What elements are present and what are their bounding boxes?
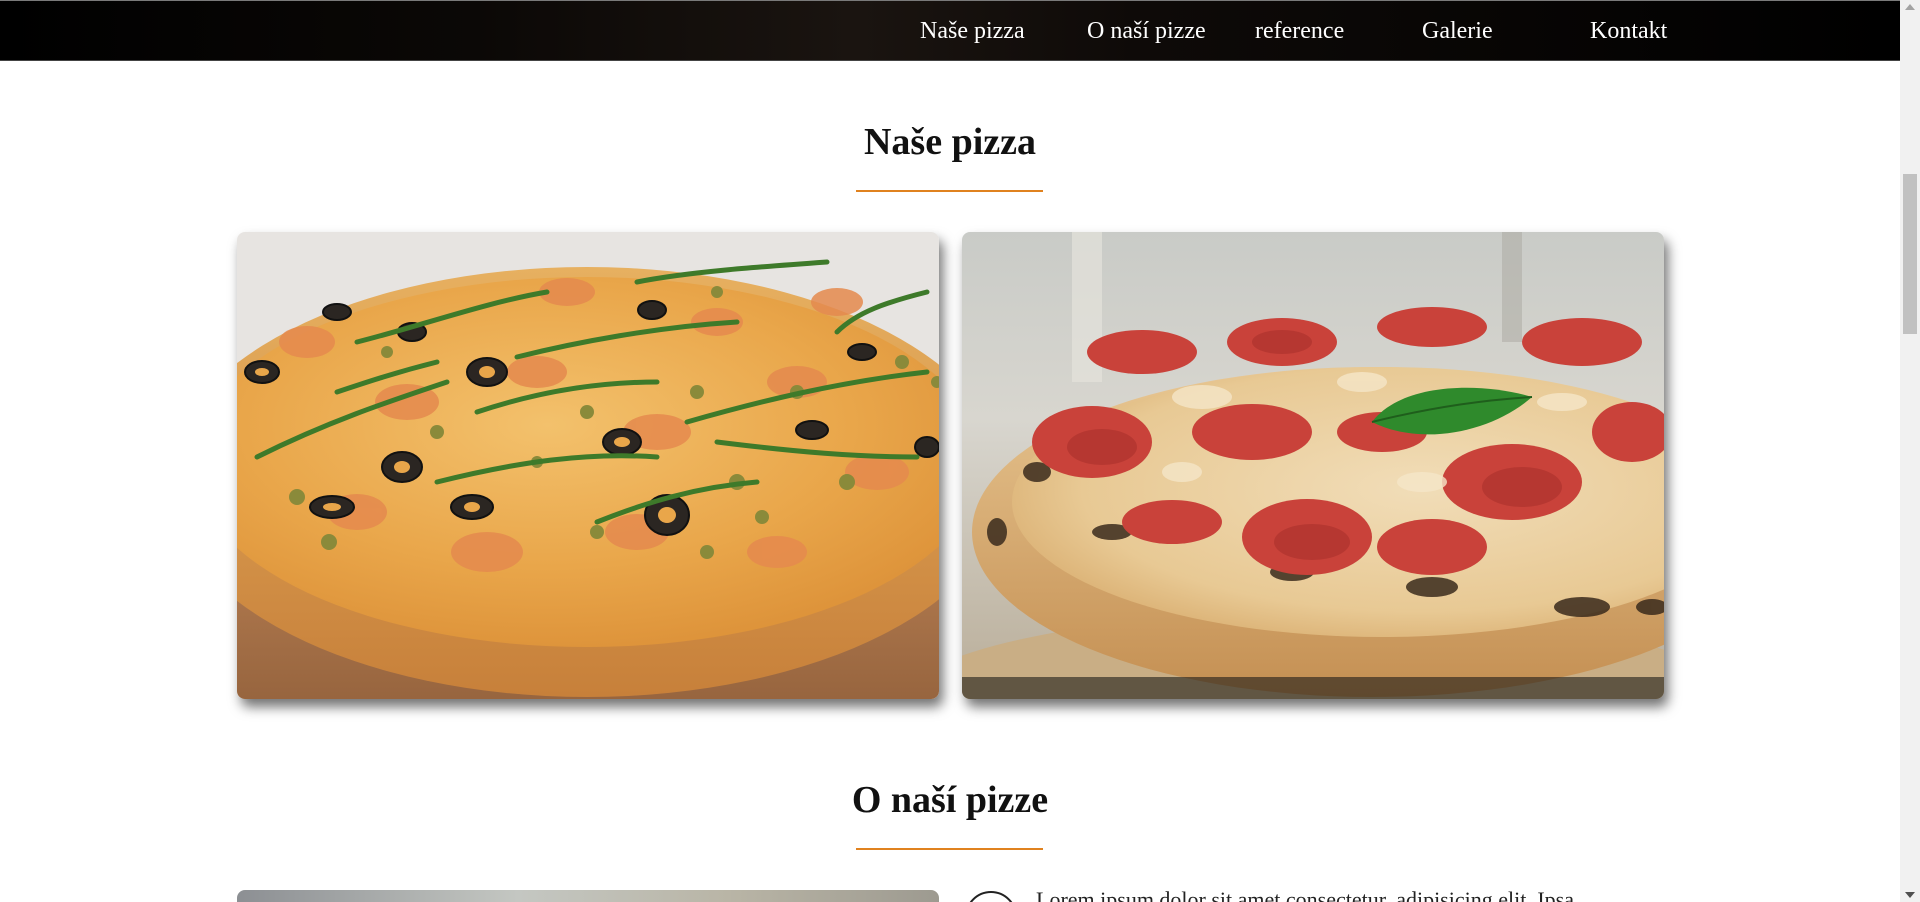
scroll-thumb[interactable] [1903, 174, 1917, 334]
section-title-underline [856, 190, 1043, 192]
section-title-underline [856, 848, 1043, 850]
section-title-nase-pizza: Naše pizza [863, 121, 1037, 163]
scroll-up-arrow-icon[interactable] [1905, 4, 1915, 10]
seafood-pizza-image [237, 232, 939, 699]
nav-item-galerie[interactable]: Galerie [1422, 17, 1493, 46]
vertical-scrollbar[interactable] [1900, 0, 1920, 902]
top-navbar: Naše pizza O naší pizze reference Galeri… [0, 0, 1900, 61]
page: Naše pizza O naší pizze reference Galeri… [0, 0, 1920, 902]
nav-item-o-nasi-pizze[interactable]: O naší pizze [1087, 17, 1206, 46]
pepperoni-pizza-image [962, 232, 1664, 699]
section-title-o-nasi-pizze: O naší pizze [851, 779, 1049, 821]
scroll-down-arrow-icon[interactable] [1905, 892, 1915, 898]
about-icon-circle [965, 891, 1017, 902]
about-pizza-image [237, 890, 939, 902]
nav-item-kontakt[interactable]: Kontakt [1590, 17, 1667, 46]
about-paragraph: Lorem ipsum dolor sit amet consectetur, … [1036, 887, 1574, 902]
nav-item-nase-pizza[interactable]: Naše pizza [920, 17, 1025, 46]
nav-item-reference[interactable]: reference [1255, 17, 1344, 46]
